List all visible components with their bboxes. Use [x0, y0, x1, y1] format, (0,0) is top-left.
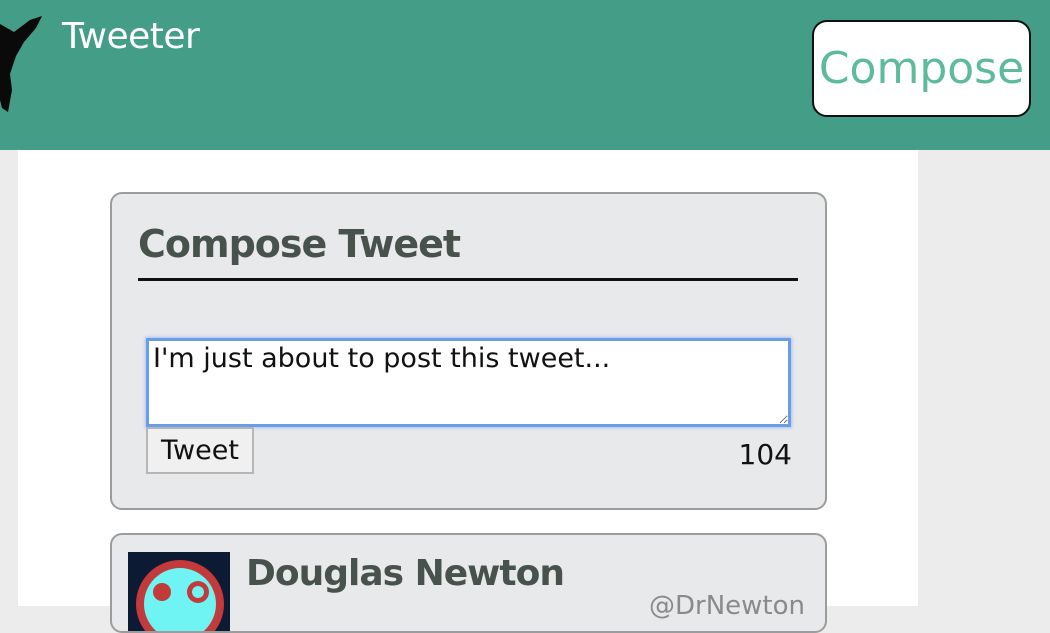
compose-tweet-panel: Compose Tweet I'm just about to post thi…: [110, 192, 827, 510]
app-header: Tweeter Compose: [0, 0, 1050, 150]
heading-divider: [138, 278, 798, 281]
app-title[interactable]: Tweeter: [62, 16, 200, 57]
compose-heading: Compose Tweet: [138, 222, 461, 266]
bird-logo-icon: [0, 12, 48, 120]
tweet-textarea[interactable]: I'm just about to post this tweet...: [146, 338, 791, 427]
tweet-author-handle: @DrNewton: [649, 591, 805, 621]
tweet-author-name: Douglas Newton: [246, 553, 565, 594]
character-counter: 104: [738, 438, 792, 471]
robot-avatar-icon: [128, 552, 230, 631]
compose-button[interactable]: Compose: [812, 20, 1031, 117]
tweet-card: Douglas Newton @DrNewton: [110, 533, 827, 633]
tweet-submit-button[interactable]: Tweet: [146, 427, 254, 474]
